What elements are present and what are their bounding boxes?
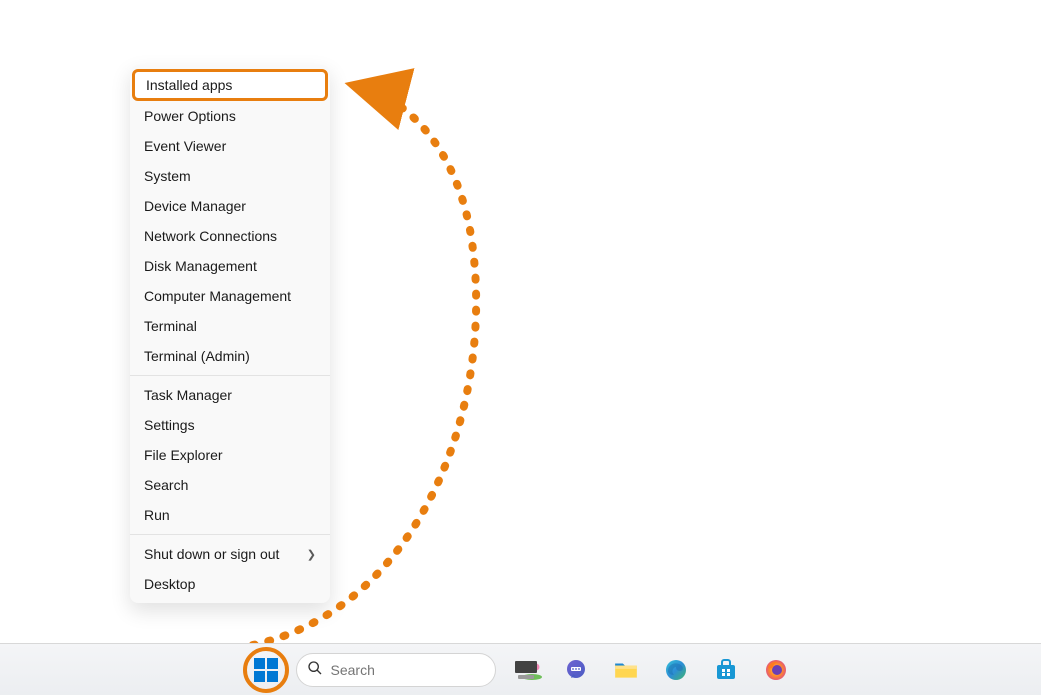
task-view-icon <box>515 661 537 679</box>
menu-item-shutdown-signout[interactable]: Shut down or sign out ❯ <box>130 539 330 569</box>
menu-label: Shut down or sign out <box>144 546 279 562</box>
chat-button[interactable] <box>556 650 596 690</box>
menu-label: Computer Management <box>144 288 291 304</box>
menu-label: Terminal (Admin) <box>144 348 250 364</box>
menu-label: File Explorer <box>144 447 223 463</box>
search-icon <box>307 660 323 680</box>
start-button[interactable] <box>246 650 286 690</box>
folder-icon <box>613 657 639 683</box>
firefox-button[interactable] <box>756 650 796 690</box>
firefox-icon <box>764 658 788 682</box>
menu-label: System <box>144 168 191 184</box>
chat-icon <box>564 658 588 682</box>
menu-label: Event Viewer <box>144 138 226 154</box>
menu-label: Terminal <box>144 318 197 334</box>
menu-item-settings[interactable]: Settings <box>130 410 330 440</box>
menu-item-task-manager[interactable]: Task Manager <box>130 380 330 410</box>
menu-item-device-manager[interactable]: Device Manager <box>130 191 330 221</box>
menu-item-desktop[interactable]: Desktop <box>130 569 330 599</box>
edge-icon <box>664 658 688 682</box>
menu-label: Network Connections <box>144 228 277 244</box>
edge-button[interactable] <box>656 650 696 690</box>
menu-item-disk-management[interactable]: Disk Management <box>130 251 330 281</box>
menu-label: Power Options <box>144 108 236 124</box>
task-view-button[interactable] <box>506 650 546 690</box>
menu-label: Installed apps <box>146 77 232 93</box>
menu-item-file-explorer[interactable]: File Explorer <box>130 440 330 470</box>
menu-label: Task Manager <box>144 387 232 403</box>
taskbar <box>0 643 1041 695</box>
store-icon <box>714 658 738 682</box>
menu-item-event-viewer[interactable]: Event Viewer <box>130 131 330 161</box>
search-box[interactable] <box>296 653 496 687</box>
menu-label: Device Manager <box>144 198 246 214</box>
menu-label: Search <box>144 477 188 493</box>
menu-label: Settings <box>144 417 195 433</box>
menu-item-terminal[interactable]: Terminal <box>130 311 330 341</box>
menu-label: Disk Management <box>144 258 257 274</box>
winx-context-menu: Installed apps Power Options Event Viewe… <box>130 65 330 603</box>
chevron-right-icon: ❯ <box>307 548 316 561</box>
menu-item-computer-management[interactable]: Computer Management <box>130 281 330 311</box>
file-explorer-button[interactable] <box>606 650 646 690</box>
menu-item-system[interactable]: System <box>130 161 330 191</box>
menu-label: Desktop <box>144 576 195 592</box>
menu-item-network-connections[interactable]: Network Connections <box>130 221 330 251</box>
menu-item-power-options[interactable]: Power Options <box>130 101 330 131</box>
menu-label: Run <box>144 507 170 523</box>
store-button[interactable] <box>706 650 746 690</box>
menu-divider <box>130 534 330 535</box>
menu-item-installed-apps[interactable]: Installed apps <box>132 69 328 101</box>
menu-item-terminal-admin[interactable]: Terminal (Admin) <box>130 341 330 371</box>
menu-item-search[interactable]: Search <box>130 470 330 500</box>
search-input[interactable] <box>331 662 512 678</box>
windows-start-icon <box>254 658 278 682</box>
menu-divider <box>130 375 330 376</box>
menu-item-run[interactable]: Run <box>130 500 330 530</box>
